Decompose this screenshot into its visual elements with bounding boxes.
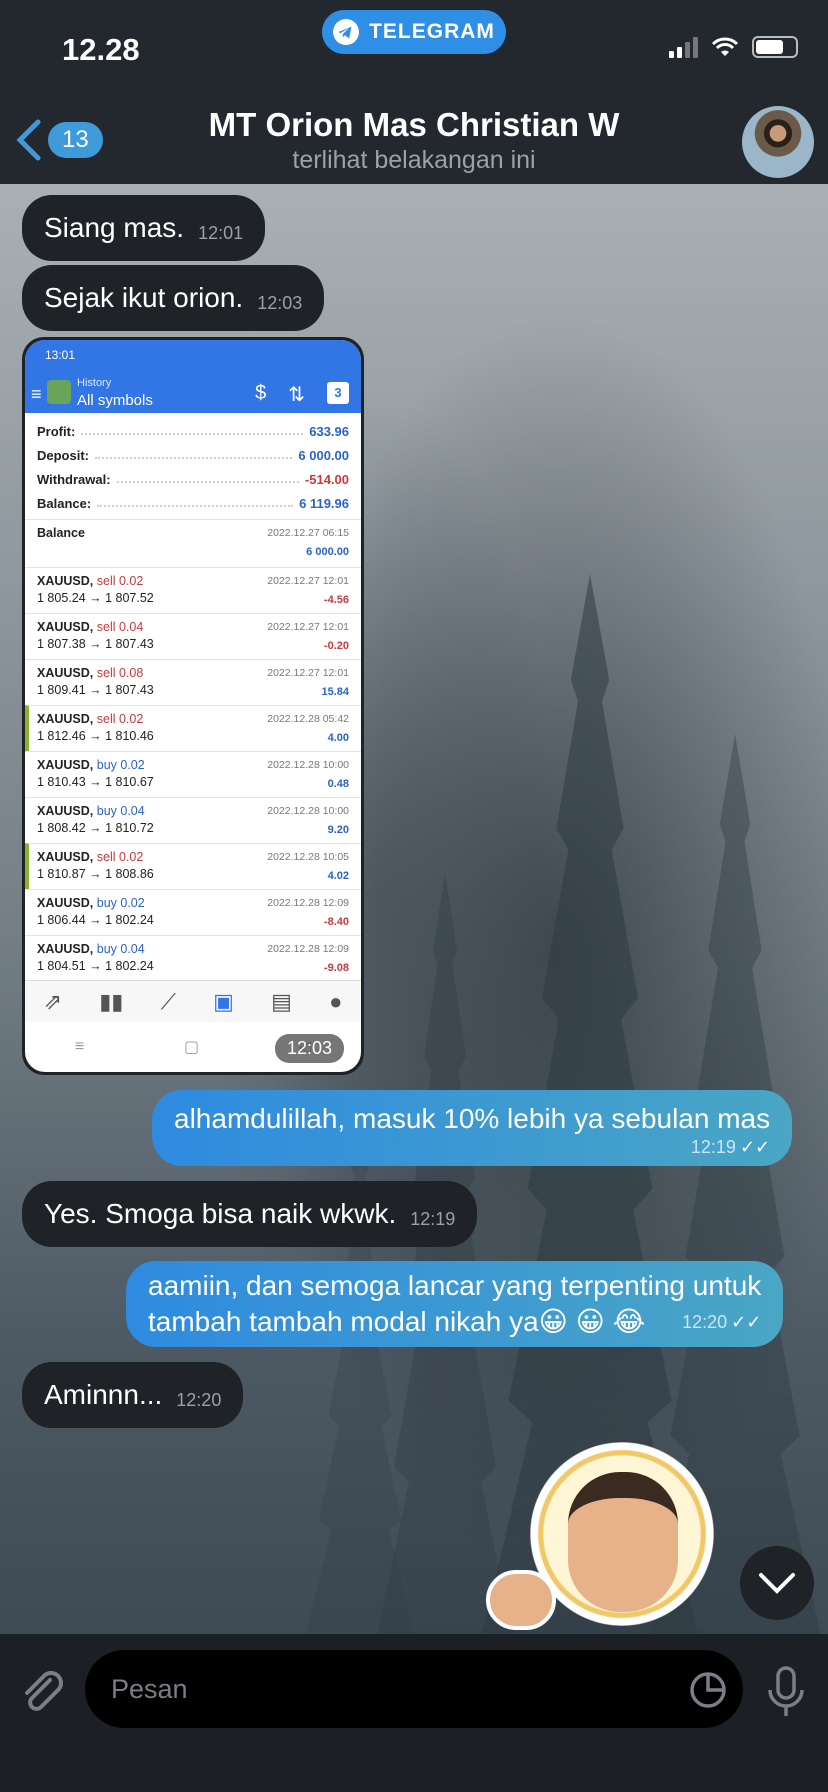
microphone-icon[interactable] xyxy=(764,1666,808,1718)
message-text: Yes. Smoga bisa naik wkwk. xyxy=(44,1198,397,1229)
contact-avatar[interactable] xyxy=(742,106,814,178)
deal-row: XAUUSD, buy 0.02 1 810.43 → 1 810.67 2022.… xyxy=(25,751,361,797)
battery-icon xyxy=(752,36,798,58)
trade-icon: ⟋ xyxy=(160,988,176,1014)
return-to-telegram-pill[interactable]: TELEGRAM xyxy=(322,10,506,54)
chat-icon: ● xyxy=(329,988,343,1014)
balance-row: Balance 2022.12.27 06:15 6 000.00 xyxy=(25,519,361,567)
message-input[interactable]: Pesan xyxy=(85,1650,743,1728)
message-time: 12:03 xyxy=(257,292,303,313)
sticker-hand xyxy=(486,1570,556,1630)
message-incoming[interactable]: Aminnn... 12:20 xyxy=(22,1362,244,1428)
wifi-icon xyxy=(711,37,739,56)
chart-icon: ▮▮ xyxy=(99,988,124,1014)
read-checkmarks-icon: ✓✓ xyxy=(739,1136,771,1157)
chat-header: 13 MT Orion Mas Christian W terlihat bel… xyxy=(0,100,828,184)
sticker-icon[interactable] xyxy=(689,1671,727,1709)
summary-row: Balance: 6 119.96 xyxy=(37,495,349,511)
trading-history-screenshot: 13:01 ≡ History All symbols $ ⇅ 3 Profit… xyxy=(25,340,361,1072)
currency-icon: $ xyxy=(255,382,267,404)
cellular-signal-icon xyxy=(669,36,698,58)
message-text: alhamdulillah, masuk 10% lebih ya sebula… xyxy=(174,1102,771,1134)
message-time: 12:20 xyxy=(176,1389,222,1410)
message-incoming[interactable]: Siang mas. 12:01 xyxy=(22,195,266,261)
history-icon: ▣ xyxy=(213,988,234,1014)
clock: 12.28 xyxy=(62,32,140,67)
history-label: History xyxy=(77,377,112,389)
sticker-face xyxy=(568,1472,678,1612)
summary-row: Deposit: 6 000.00 xyxy=(37,447,349,463)
message-text-line1: aamiin, dan semoga lancar yang terpentin… xyxy=(148,1270,762,1301)
deal-row: XAUUSD, sell 0.04 1 807.38 → 1 807.43 2022… xyxy=(25,613,361,659)
sort-icon: ⇅ xyxy=(288,384,305,406)
deal-row: XAUUSD, sell 0.08 1 809.41 → 1 807.43 2022… xyxy=(25,659,361,705)
chevron-down-icon xyxy=(759,1573,795,1594)
attach-icon[interactable] xyxy=(20,1668,64,1716)
screenshot-bottom-nav: ⇗ ▮▮ ⟋ ▣ ▤ ● xyxy=(25,980,361,1022)
deal-row: XAUUSD, buy 0.02 1 806.44 → 1 802.24 2022.… xyxy=(25,889,361,935)
message-time: 12:19 xyxy=(690,1136,736,1157)
deal-row: XAUUSD, buy 0.04 1 808.42 → 1 810.72 2022.… xyxy=(25,797,361,843)
message-outgoing[interactable]: alhamdulillah, masuk 10% lebih ya sebula… xyxy=(152,1090,793,1166)
symbols-label: All symbols xyxy=(77,392,153,409)
message-text-line2: tambah tambah modal nikah ya😀 😀 😂 xyxy=(148,1306,646,1337)
deal-row: XAUUSD, sell 0.02 1 810.87 → 1 808.86 2022… xyxy=(25,843,361,889)
message-input-bar: Pesan xyxy=(0,1634,828,1792)
summary-row: Profit: 633.96 xyxy=(37,423,349,439)
message-text: Siang mas. xyxy=(44,212,185,243)
quotes-icon: ⇗ xyxy=(43,988,63,1014)
message-incoming[interactable]: Sejak ikut orion. 12:03 xyxy=(22,265,325,331)
screenshot-status-time: 13:01 xyxy=(45,348,76,362)
image-time: 12:03 xyxy=(275,1034,345,1063)
message-time: 12:20 xyxy=(682,1312,728,1332)
sticker-message[interactable] xyxy=(486,1440,736,1634)
summary-row: Withdrawal: -514.00 xyxy=(37,471,349,487)
chat-title[interactable]: MT Orion Mas Christian W xyxy=(0,106,828,144)
image-message[interactable]: 13:01 ≡ History All symbols $ ⇅ 3 Profit… xyxy=(22,337,364,1075)
message-time: 12:19 xyxy=(410,1208,456,1229)
input-placeholder: Pesan xyxy=(111,1673,188,1704)
telegram-icon xyxy=(333,19,360,45)
menu-icon: ≡ xyxy=(31,384,42,404)
message-incoming[interactable]: Yes. Smoga bisa naik wkwk. 12:19 xyxy=(22,1181,478,1247)
scroll-down-button[interactable] xyxy=(740,1546,814,1620)
news-icon: ▤ xyxy=(271,988,292,1014)
message-text: Aminnn... xyxy=(44,1379,163,1410)
status-bar: 12.28 TELEGRAM xyxy=(0,0,828,100)
deal-row: XAUUSD, sell 0.02 1 805.24 → 1 807.52 2022… xyxy=(25,567,361,613)
deal-row: XAUUSD, buy 0.04 1 804.51 → 1 802.24 2022.… xyxy=(25,935,361,981)
deal-row: XAUUSD, sell 0.02 1 812.46 → 1 810.46 2022… xyxy=(25,705,361,751)
message-text: Sejak ikut orion. xyxy=(44,282,244,313)
last-seen-status: terlihat belakangan ini xyxy=(292,146,536,174)
message-outgoing[interactable]: aamiin, dan semoga lancar yang terpentin… xyxy=(126,1261,784,1347)
message-time: 12:01 xyxy=(198,222,244,243)
pill-label: TELEGRAM xyxy=(369,20,495,43)
app-logo-icon xyxy=(47,380,71,404)
calendar-icon: 3 xyxy=(327,382,349,404)
read-checkmarks-icon: ✓✓ xyxy=(731,1312,762,1332)
